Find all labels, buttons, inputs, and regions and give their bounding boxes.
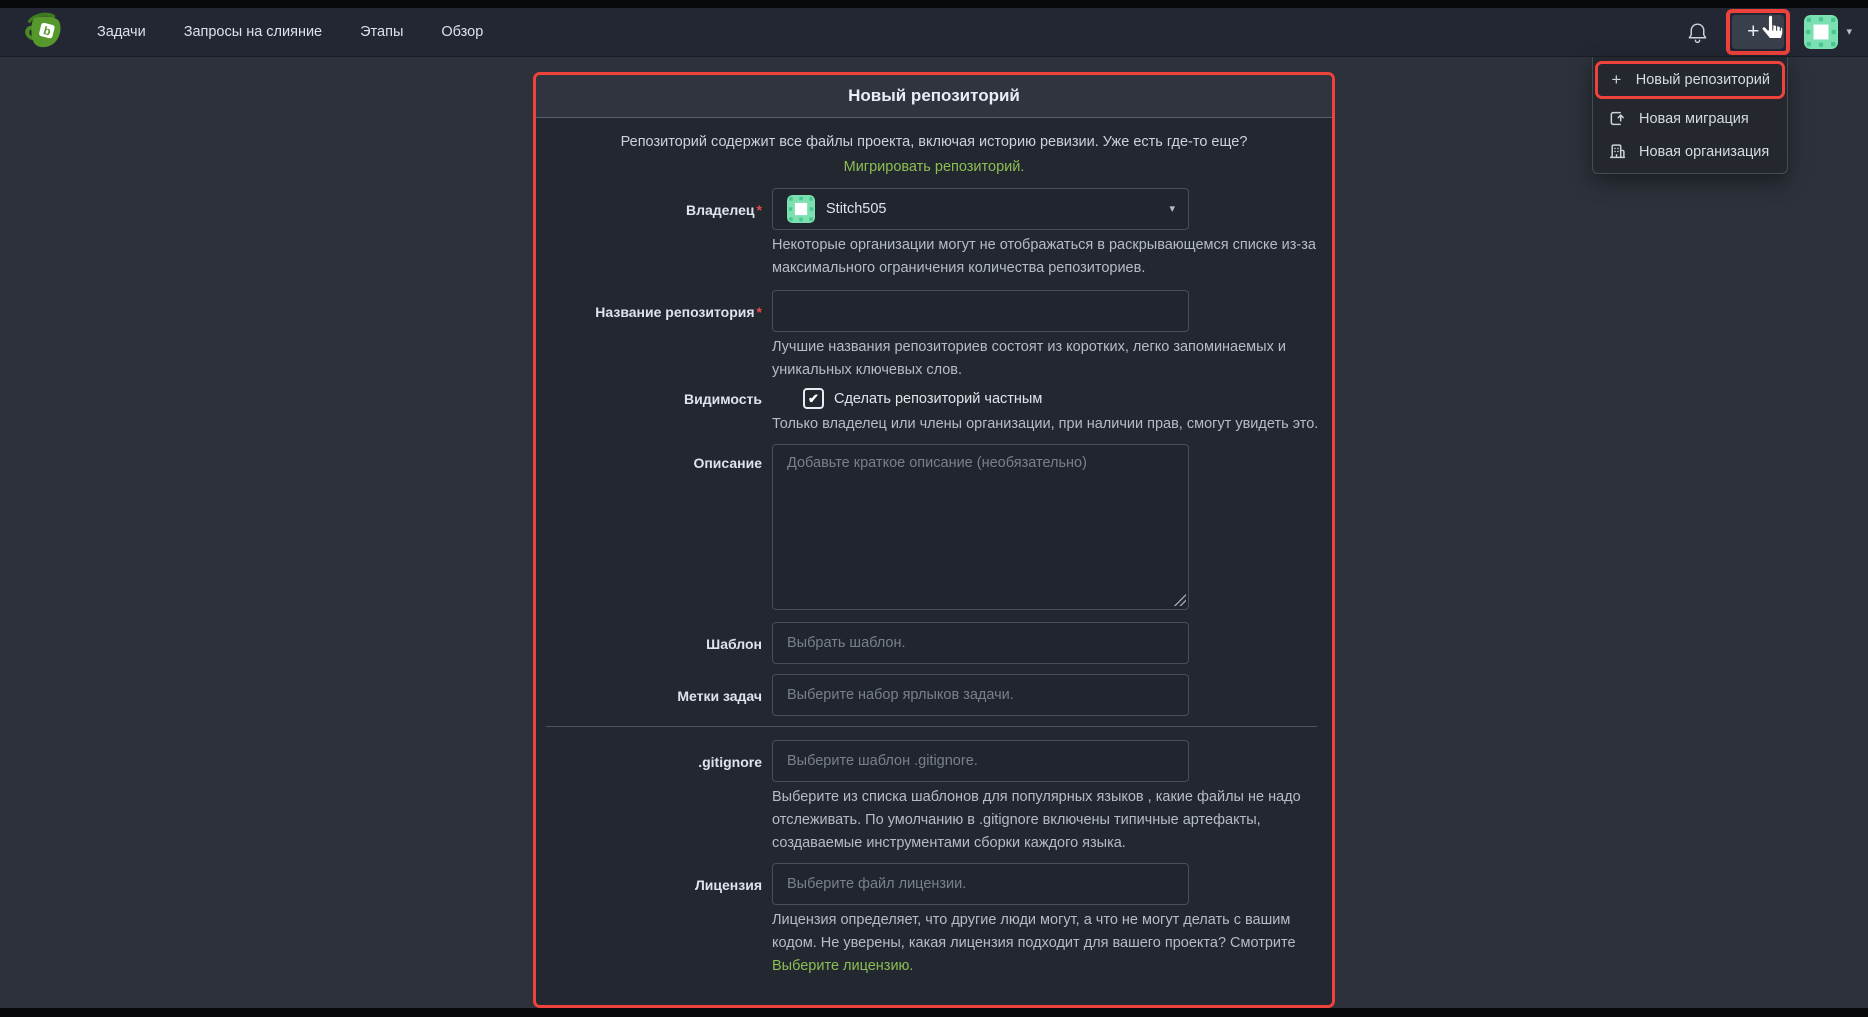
owner-row: Владелец* Stitch505 ▾	[536, 188, 1332, 280]
chevron-down-icon: ▾	[1169, 204, 1175, 215]
gitignore-input[interactable]	[772, 740, 1189, 782]
license-help-text: Лицензия определяет, что другие люди мог…	[772, 912, 1296, 951]
migrate-repository-link[interactable]: Мигрировать репозиторий.	[844, 159, 1025, 175]
gitignore-label-text: .gitignore	[698, 754, 762, 770]
nav-link-explore[interactable]: Обзор	[422, 24, 502, 40]
repo-name-help: Лучшие названия репозиториев состоят из …	[772, 336, 1324, 382]
template-label: Шаблон	[536, 622, 772, 664]
window-top-edge	[0, 0, 1868, 8]
create-dropdown-menu: + Новый репозиторий Новая миграция Новая…	[1592, 57, 1788, 174]
gitignore-help: Выберите из списка шаблонов для популярн…	[772, 786, 1324, 855]
owner-avatar	[787, 195, 815, 223]
description-label: Описание	[536, 444, 772, 610]
plus-icon: +	[1747, 21, 1759, 42]
organization-icon	[1608, 143, 1626, 160]
menu-item-new-migration[interactable]: Новая миграция	[1593, 102, 1787, 135]
private-checkbox-label[interactable]: Сделать репозиторий частным	[834, 391, 1042, 407]
form-intro: Репозиторий содержит все файлы проекта, …	[584, 130, 1284, 180]
owner-label-text: Владелец	[686, 202, 755, 218]
required-asterisk: *	[757, 304, 762, 320]
section-divider	[546, 726, 1317, 727]
license-label: Лицензия	[536, 863, 772, 978]
nav-link-milestones[interactable]: Этапы	[341, 24, 422, 40]
navbar: b Задачи Запросы на слияние Этапы Обзор …	[0, 8, 1868, 57]
license-label-text: Лицензия	[695, 877, 762, 893]
intro-text: Репозиторий содержит все файлы проекта, …	[621, 134, 1248, 150]
gitignore-row: .gitignore Выберите из списка шаблонов д…	[536, 740, 1332, 855]
new-repository-form: Новый репозиторий Репозиторий содержит в…	[533, 72, 1335, 1008]
annotation-box-plus-button: + ▾	[1726, 9, 1790, 55]
private-checkbox[interactable]: ✔	[803, 388, 824, 409]
gitea-logo-icon[interactable]: b	[20, 12, 64, 52]
issue-labels-input[interactable]	[772, 674, 1189, 716]
description-textarea[interactable]	[772, 444, 1189, 610]
plus-icon: +	[1610, 70, 1623, 90]
nav-link-pull-requests[interactable]: Запросы на слияние	[165, 24, 341, 40]
visibility-row: Видимость ✔ Сделать репозиторий частным …	[536, 388, 1332, 436]
resize-handle[interactable]	[1174, 594, 1186, 606]
user-menu[interactable]: ▾	[1804, 15, 1852, 49]
owner-value: Stitch505	[826, 201, 886, 217]
license-help: Лицензия определяет, что другие люди мог…	[772, 909, 1324, 978]
description-label-text: Описание	[693, 455, 762, 471]
template-input[interactable]	[772, 622, 1189, 664]
owner-help: Некоторые организации могут не отображат…	[772, 234, 1324, 280]
menu-item-label: Новая организация	[1639, 144, 1769, 160]
license-input[interactable]	[772, 863, 1189, 905]
migration-icon	[1608, 110, 1626, 127]
menu-item-new-organization[interactable]: Новая организация	[1593, 135, 1787, 168]
nav-link-issues[interactable]: Задачи	[78, 24, 165, 40]
chevron-down-icon: ▾	[1846, 27, 1852, 38]
gitignore-label: .gitignore	[536, 740, 772, 855]
form-title: Новый репозиторий	[536, 75, 1332, 118]
license-row: Лицензия Лицензия определяет, что другие…	[536, 863, 1332, 978]
visibility-label: Видимость	[536, 388, 772, 436]
form-body: Репозиторий содержит все файлы проекта, …	[536, 118, 1332, 978]
repo-name-label-text: Название репозитория	[595, 304, 754, 320]
create-new-button[interactable]: + ▾	[1732, 15, 1784, 49]
owner-select[interactable]: Stitch505 ▾	[772, 188, 1189, 230]
repo-name-row: Название репозитория* Лучшие названия ре…	[536, 290, 1332, 382]
choose-license-link[interactable]: Выберите лицензию.	[772, 958, 913, 974]
menu-item-new-repository[interactable]: + Новый репозиторий	[1598, 64, 1782, 96]
description-row: Описание	[536, 444, 1332, 610]
issue-labels-label: Метки задач	[536, 674, 772, 716]
template-label-text: Шаблон	[706, 636, 762, 652]
owner-label: Владелец*	[536, 188, 772, 280]
issue-labels-label-text: Метки задач	[677, 688, 762, 704]
repo-name-input[interactable]	[772, 290, 1189, 332]
window-bottom-edge	[0, 1008, 1868, 1017]
required-asterisk: *	[757, 202, 762, 218]
check-icon: ✔	[808, 391, 819, 407]
avatar[interactable]	[1804, 15, 1838, 49]
annotation-box-new-repository: + Новый репозиторий	[1595, 61, 1785, 99]
chevron-down-icon: ▾	[1764, 27, 1770, 38]
issue-labels-row: Метки задач	[536, 674, 1332, 716]
visibility-help: Только владелец или члены организации, п…	[772, 413, 1324, 436]
menu-item-label: Новый репозиторий	[1636, 72, 1770, 88]
notifications-bell-icon[interactable]	[1685, 20, 1710, 45]
menu-item-label: Новая миграция	[1639, 111, 1749, 127]
template-row: Шаблон	[536, 622, 1332, 664]
repo-name-label: Название репозитория*	[536, 290, 772, 382]
visibility-label-text: Видимость	[684, 391, 762, 407]
